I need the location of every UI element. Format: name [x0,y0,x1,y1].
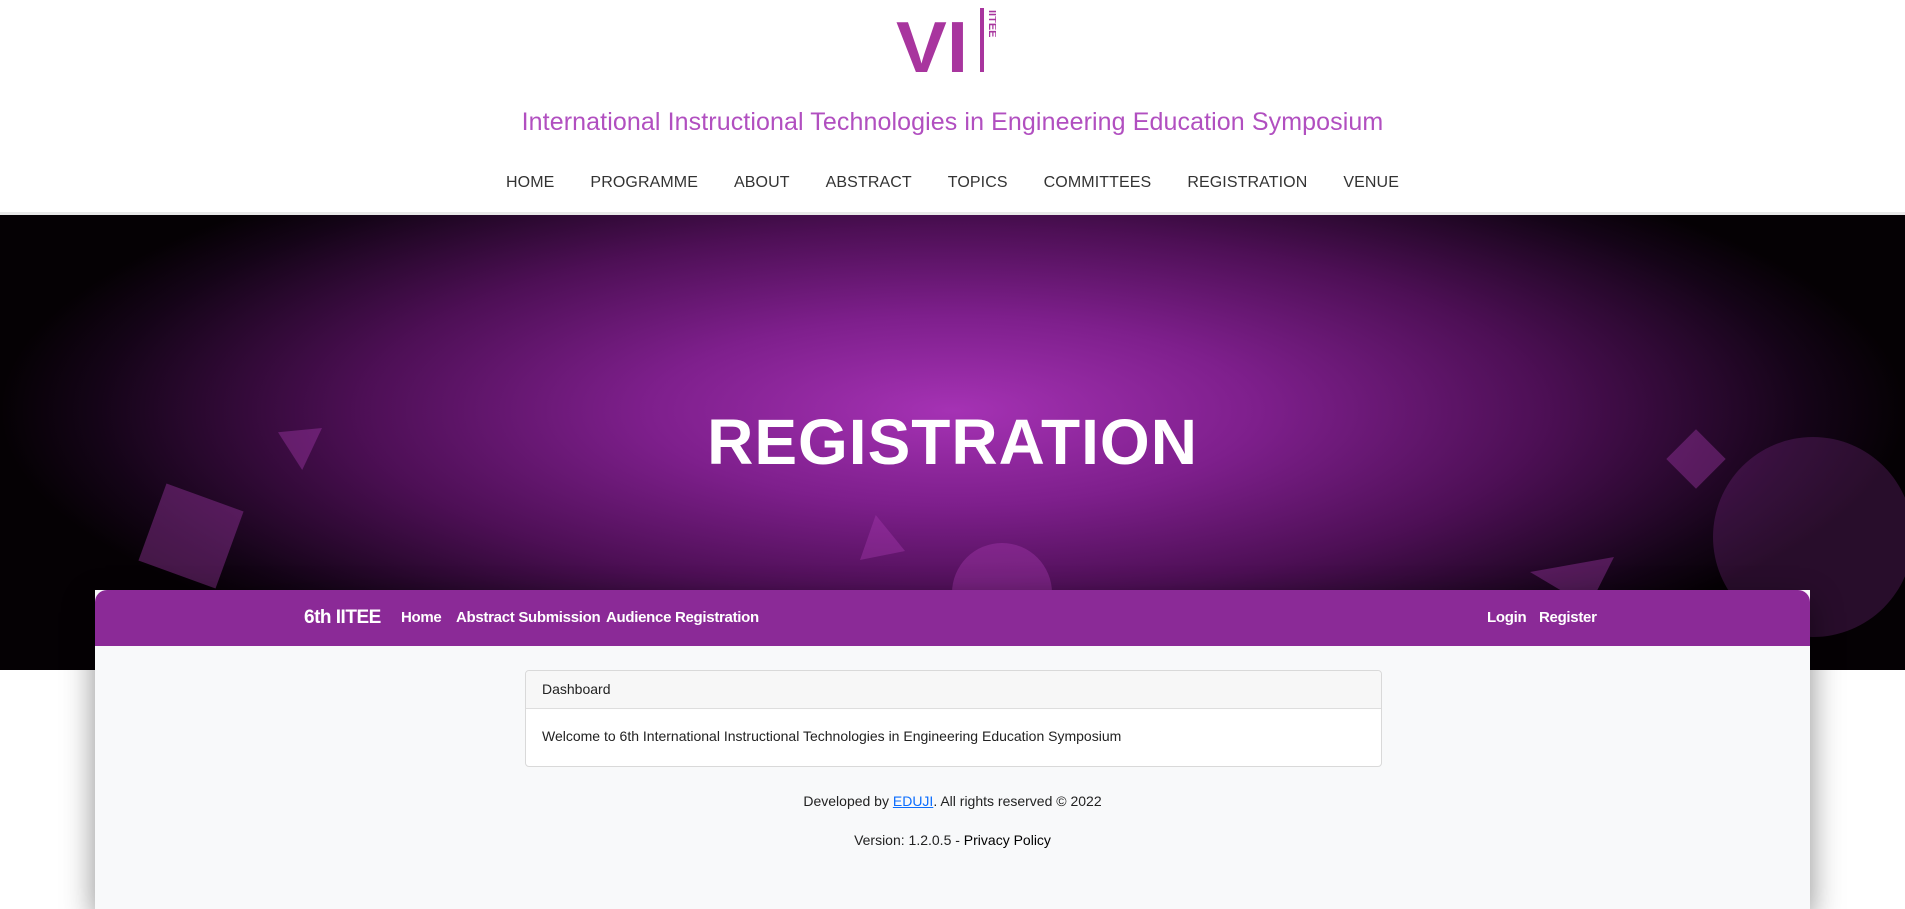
login-link[interactable]: Login [1487,609,1527,626]
app-nav-audience-registration[interactable]: Audience Registration [606,609,759,626]
card-header: Dashboard [526,671,1381,709]
logo-side-text: IITEE [986,10,996,38]
app-nav-abstract-submission[interactable]: Abstract Submission [456,609,601,626]
site-title: International Instructional Technologies… [521,108,1384,136]
developed-by-line: Developed by EDUJI. All rights reserved … [0,793,1905,809]
nav-committees[interactable]: COMMITTEES [1044,172,1152,194]
app-nav-home[interactable]: Home [401,609,442,626]
logo-roman-numeral: VI [896,8,968,78]
nav-about[interactable]: ABOUT [734,172,790,194]
main-nav: HOME PROGRAMME ABOUT ABSTRACT TOPICS COM… [0,172,1905,194]
decor-triangle [860,515,905,560]
developer-link[interactable]: EDUJI [893,793,933,809]
nav-abstract[interactable]: ABSTRACT [826,172,912,194]
version-text: Version: 1.2.0.5 - [854,832,964,848]
dashboard-card: Dashboard Welcome to 6th International I… [525,670,1382,767]
iitee-logo[interactable]: VI IITEE [896,8,996,78]
site-header: VI IITEE International Instructional Tec… [0,0,1905,215]
nav-registration[interactable]: REGISTRATION [1187,172,1307,194]
developed-suffix: . All rights reserved © 2022 [933,793,1102,809]
nav-topics[interactable]: TOPICS [948,172,1008,194]
card-body: Welcome to 6th International Instruction… [542,728,1122,744]
decor-square [138,483,244,589]
nav-programme[interactable]: PROGRAMME [590,172,698,194]
app-navbar: 6th IITEE Home Abstract Submission Audie… [95,590,1810,646]
register-link[interactable]: Register [1539,609,1597,626]
app-brand[interactable]: 6th IITEE [304,607,381,629]
privacy-policy-link[interactable]: Privacy Policy [964,832,1051,848]
nav-venue[interactable]: VENUE [1343,172,1399,194]
page-title: REGISTRATION [707,406,1198,478]
nav-home[interactable]: HOME [506,172,554,194]
developed-prefix: Developed by [803,793,893,809]
version-line: Version: 1.2.0.5 - Privacy Policy [0,832,1905,848]
